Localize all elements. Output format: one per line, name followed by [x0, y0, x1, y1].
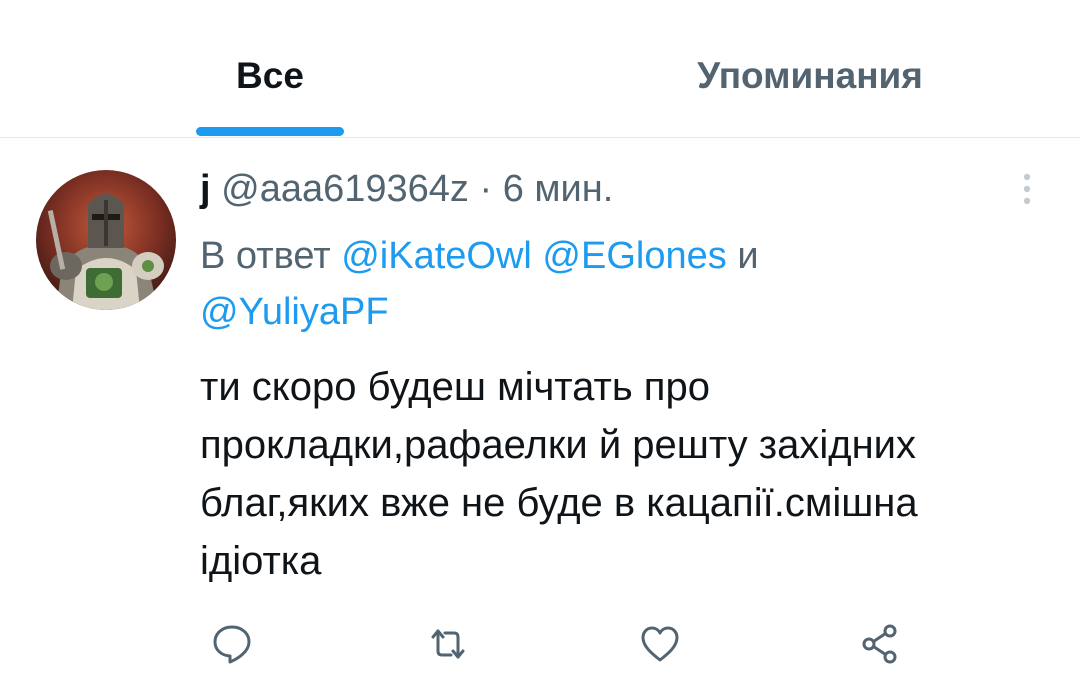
- mention-link[interactable]: @YuliyaPF: [200, 291, 389, 333]
- share-button[interactable]: [848, 612, 912, 676]
- like-button[interactable]: [628, 612, 692, 676]
- tab-all-label: Все: [236, 55, 304, 96]
- share-icon: [862, 624, 897, 664]
- user-handle[interactable]: @aaa619364z: [221, 168, 469, 210]
- display-name[interactable]: j: [200, 168, 211, 210]
- tab-mentions-label: Упоминания: [697, 55, 923, 96]
- avatar-image: [36, 170, 176, 310]
- avatar[interactable]: [36, 170, 176, 310]
- notifications-page: Все Упоминания j @aaa619364z · 6 мин. В …: [0, 0, 1080, 687]
- reply-prefix: В ответ: [200, 235, 331, 277]
- tab-all[interactable]: Все: [170, 0, 370, 137]
- retweet-button[interactable]: [416, 612, 480, 676]
- more-options-icon[interactable]: [1012, 168, 1042, 210]
- reply-icon: [213, 625, 251, 664]
- tab-mentions[interactable]: Упоминания: [640, 0, 980, 137]
- reply-conjunction: и: [737, 235, 759, 277]
- retweet-icon: [431, 629, 465, 659]
- active-tab-indicator: [196, 127, 344, 136]
- replying-to: В ответ @iKateOwl @EGlones и @YuliyaPF: [200, 228, 1040, 340]
- tweet-text: ти скоро будеш мічтать про прокладки,раф…: [200, 365, 918, 583]
- mention-link[interactable]: @iKateOwl: [341, 235, 532, 277]
- separator-dot: ·: [479, 168, 493, 210]
- reply-button[interactable]: [200, 612, 264, 676]
- tweet-header: j @aaa619364z · 6 мин.: [200, 164, 613, 214]
- notification-tabs: Все Упоминания: [0, 0, 1080, 138]
- like-icon: [641, 626, 679, 662]
- mention-link[interactable]: @EGlones: [542, 235, 726, 277]
- tweet-time[interactable]: 6 мин.: [503, 168, 614, 210]
- tweet-actions: [0, 612, 1080, 676]
